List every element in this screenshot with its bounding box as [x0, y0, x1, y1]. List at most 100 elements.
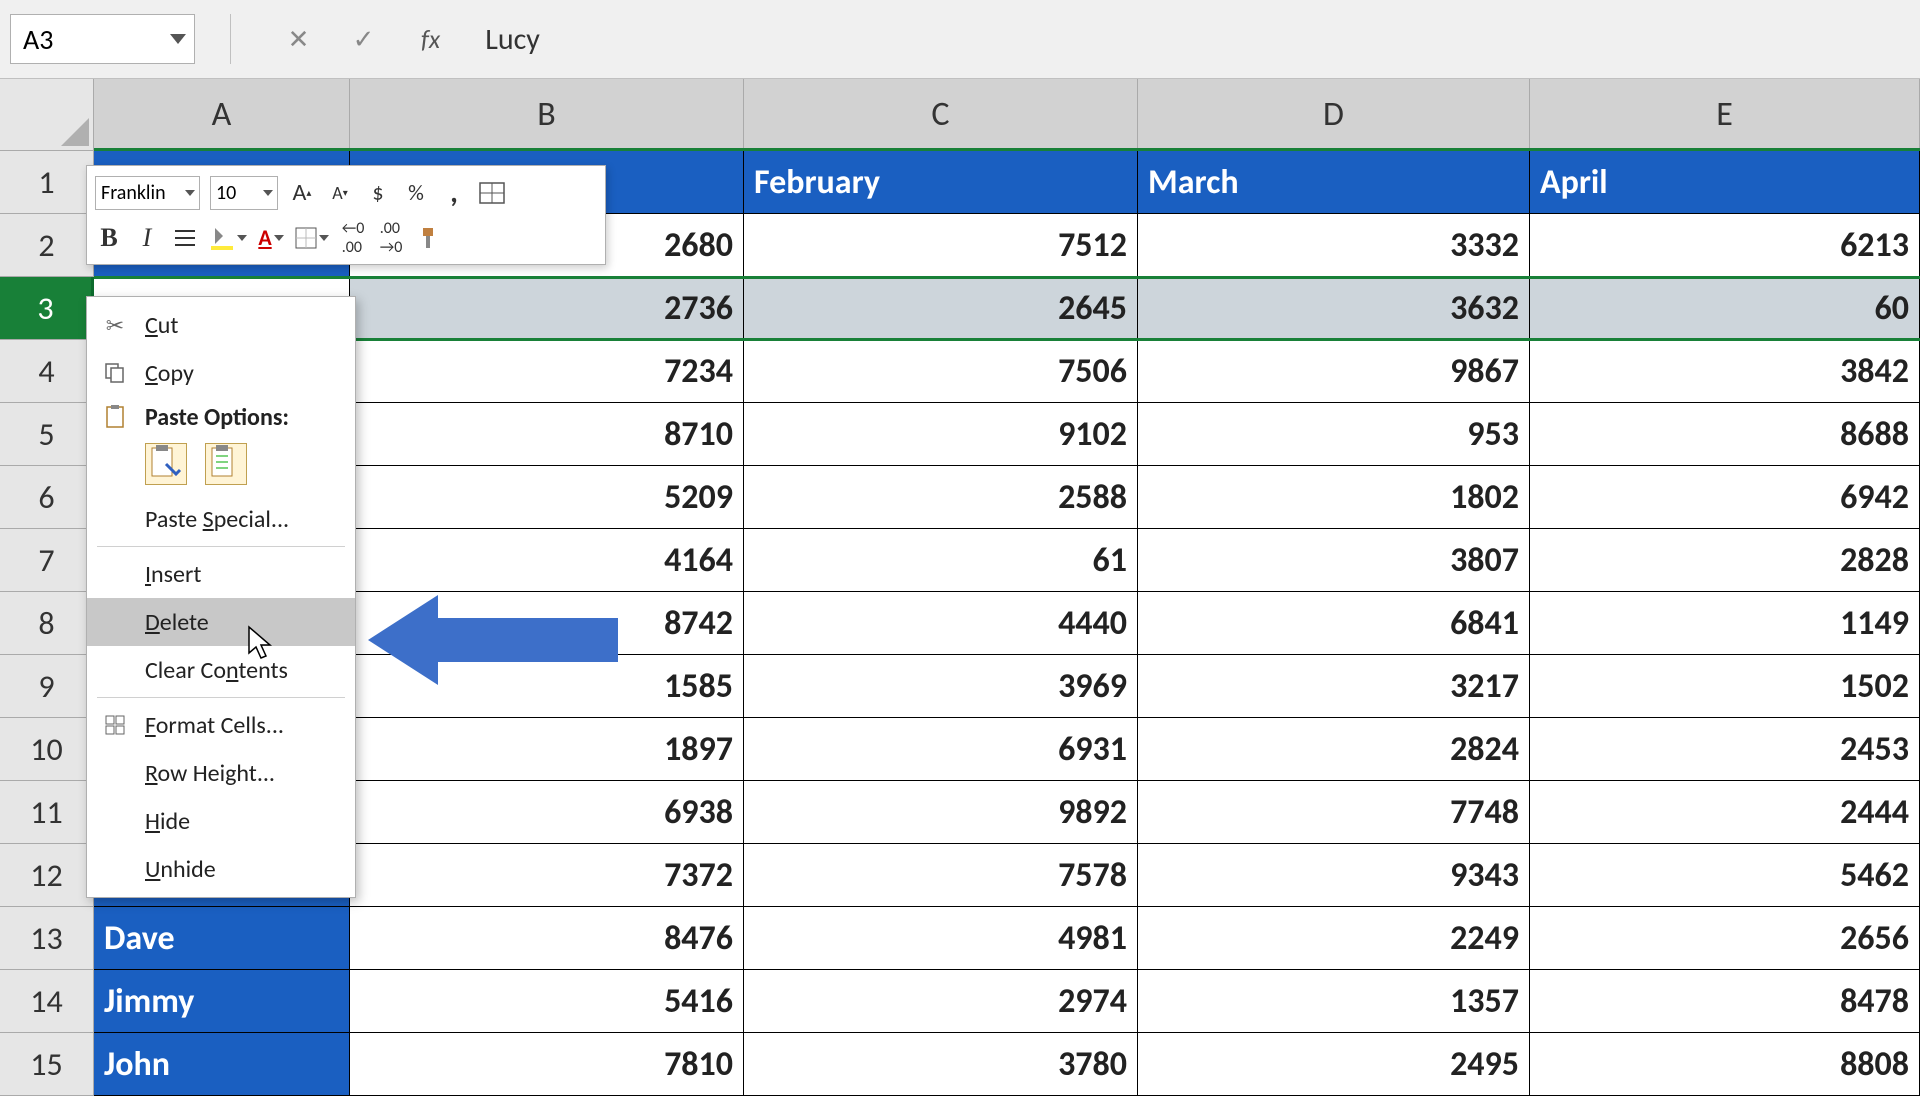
select-all-corner[interactable]: [0, 79, 94, 151]
cell-e5[interactable]: 8688: [1530, 403, 1920, 466]
comma-button[interactable]: ,: [440, 176, 468, 210]
cell-b6[interactable]: 5209: [350, 466, 744, 529]
cancel-button[interactable]: ✕: [276, 17, 321, 62]
cell-e8[interactable]: 1149: [1530, 592, 1920, 655]
cell-b13[interactable]: 8476: [350, 907, 744, 970]
cell-b4[interactable]: 7234: [350, 340, 744, 403]
cell-c15[interactable]: 3780: [744, 1033, 1138, 1096]
format-painter-button[interactable]: [415, 221, 443, 255]
cell-e2[interactable]: 6213: [1530, 214, 1920, 277]
row-header-11[interactable]: 11: [0, 781, 94, 844]
merge-button[interactable]: [478, 176, 506, 210]
cell-b3[interactable]: 2736: [350, 277, 744, 340]
cell-c9[interactable]: 3969: [744, 655, 1138, 718]
menu-paste-special[interactable]: Paste Special...: [87, 495, 355, 543]
cell-d14[interactable]: 1357: [1138, 970, 1530, 1033]
cell-c10[interactable]: 6931: [744, 718, 1138, 781]
row-header-13[interactable]: 13: [0, 907, 94, 970]
cell-e1[interactable]: April: [1530, 151, 1920, 214]
cell-d7[interactable]: 3807: [1138, 529, 1530, 592]
cell-d2[interactable]: 3332: [1138, 214, 1530, 277]
increase-decimal-button[interactable]: ←0.00: [339, 221, 367, 255]
row-header-14[interactable]: 14: [0, 970, 94, 1033]
row-header-7[interactable]: 7: [0, 529, 94, 592]
cell-d9[interactable]: 3217: [1138, 655, 1530, 718]
paste-option-values[interactable]: [205, 443, 247, 485]
row-header-4[interactable]: 4: [0, 340, 94, 403]
row-header-15[interactable]: 15: [0, 1033, 94, 1096]
cell-c8[interactable]: 4440: [744, 592, 1138, 655]
cell-e11[interactable]: 2444: [1530, 781, 1920, 844]
cell-d15[interactable]: 2495: [1138, 1033, 1530, 1096]
cell-d11[interactable]: 7748: [1138, 781, 1530, 844]
font-family-select[interactable]: Franklin: [95, 176, 200, 210]
decrease-decimal-button[interactable]: .00→0: [377, 221, 405, 255]
cell-d13[interactable]: 2249: [1138, 907, 1530, 970]
menu-format-cells[interactable]: Format Cells...: [87, 701, 355, 749]
menu-delete[interactable]: Delete: [87, 598, 355, 646]
paste-option-default[interactable]: [145, 443, 187, 485]
font-color-button[interactable]: A: [257, 221, 285, 255]
cell-c5[interactable]: 9102: [744, 403, 1138, 466]
cell-c2[interactable]: 7512: [744, 214, 1138, 277]
menu-cut[interactable]: ✂ Cut: [87, 301, 355, 349]
cell-e13[interactable]: 2656: [1530, 907, 1920, 970]
cell-e10[interactable]: 2453: [1530, 718, 1920, 781]
cell-e15[interactable]: 8808: [1530, 1033, 1920, 1096]
cell-a14[interactable]: Jimmy: [94, 970, 350, 1033]
cell-c7[interactable]: 61: [744, 529, 1138, 592]
menu-clear-contents[interactable]: Clear Contents: [87, 646, 355, 694]
column-header-d[interactable]: D: [1138, 79, 1530, 151]
cell-e6[interactable]: 6942: [1530, 466, 1920, 529]
cell-d5[interactable]: 953: [1138, 403, 1530, 466]
cell-c6[interactable]: 2588: [744, 466, 1138, 529]
row-header-5[interactable]: 5: [0, 403, 94, 466]
formula-value[interactable]: Lucy: [485, 21, 540, 58]
menu-unhide[interactable]: Unhide: [87, 845, 355, 893]
cell-b11[interactable]: 6938: [350, 781, 744, 844]
cell-e12[interactable]: 5462: [1530, 844, 1920, 907]
row-header-10[interactable]: 10: [0, 718, 94, 781]
menu-row-height[interactable]: Row Height...: [87, 749, 355, 797]
cell-d3[interactable]: 3632: [1138, 277, 1530, 340]
cell-b14[interactable]: 5416: [350, 970, 744, 1033]
cell-e9[interactable]: 1502: [1530, 655, 1920, 718]
chevron-down-icon[interactable]: [170, 34, 186, 44]
column-header-a[interactable]: A: [94, 79, 350, 151]
cell-b5[interactable]: 8710: [350, 403, 744, 466]
cell-d6[interactable]: 1802: [1138, 466, 1530, 529]
decrease-font-button[interactable]: A▾: [326, 176, 354, 210]
cell-b15[interactable]: 7810: [350, 1033, 744, 1096]
percent-button[interactable]: %: [402, 176, 430, 210]
row-header-6[interactable]: 6: [0, 466, 94, 529]
cell-c1[interactable]: February: [744, 151, 1138, 214]
menu-copy[interactable]: Copy: [87, 349, 355, 397]
fx-label[interactable]: fx: [421, 23, 440, 55]
align-button[interactable]: [171, 221, 199, 255]
cell-e7[interactable]: 2828: [1530, 529, 1920, 592]
enter-button[interactable]: ✓: [341, 17, 386, 62]
cell-e14[interactable]: 8478: [1530, 970, 1920, 1033]
cell-e3[interactable]: 60: [1530, 277, 1920, 340]
italic-button[interactable]: I: [133, 221, 161, 255]
borders-button[interactable]: [295, 221, 329, 255]
font-size-select[interactable]: 10: [210, 176, 278, 210]
cell-d1[interactable]: March: [1138, 151, 1530, 214]
bold-button[interactable]: B: [95, 221, 123, 255]
cell-c13[interactable]: 4981: [744, 907, 1138, 970]
menu-hide[interactable]: Hide: [87, 797, 355, 845]
cell-b10[interactable]: 1897: [350, 718, 744, 781]
row-header-12[interactable]: 12: [0, 844, 94, 907]
currency-button[interactable]: $: [364, 176, 392, 210]
row-header-8[interactable]: 8: [0, 592, 94, 655]
cell-c14[interactable]: 2974: [744, 970, 1138, 1033]
cell-b7[interactable]: 4164: [350, 529, 744, 592]
cell-d8[interactable]: 6841: [1138, 592, 1530, 655]
column-header-c[interactable]: C: [744, 79, 1138, 151]
cell-c11[interactable]: 9892: [744, 781, 1138, 844]
cell-c4[interactable]: 7506: [744, 340, 1138, 403]
name-box[interactable]: A3: [10, 14, 195, 64]
cell-c3[interactable]: 2645: [744, 277, 1138, 340]
cell-d12[interactable]: 9343: [1138, 844, 1530, 907]
cell-c12[interactable]: 7578: [744, 844, 1138, 907]
